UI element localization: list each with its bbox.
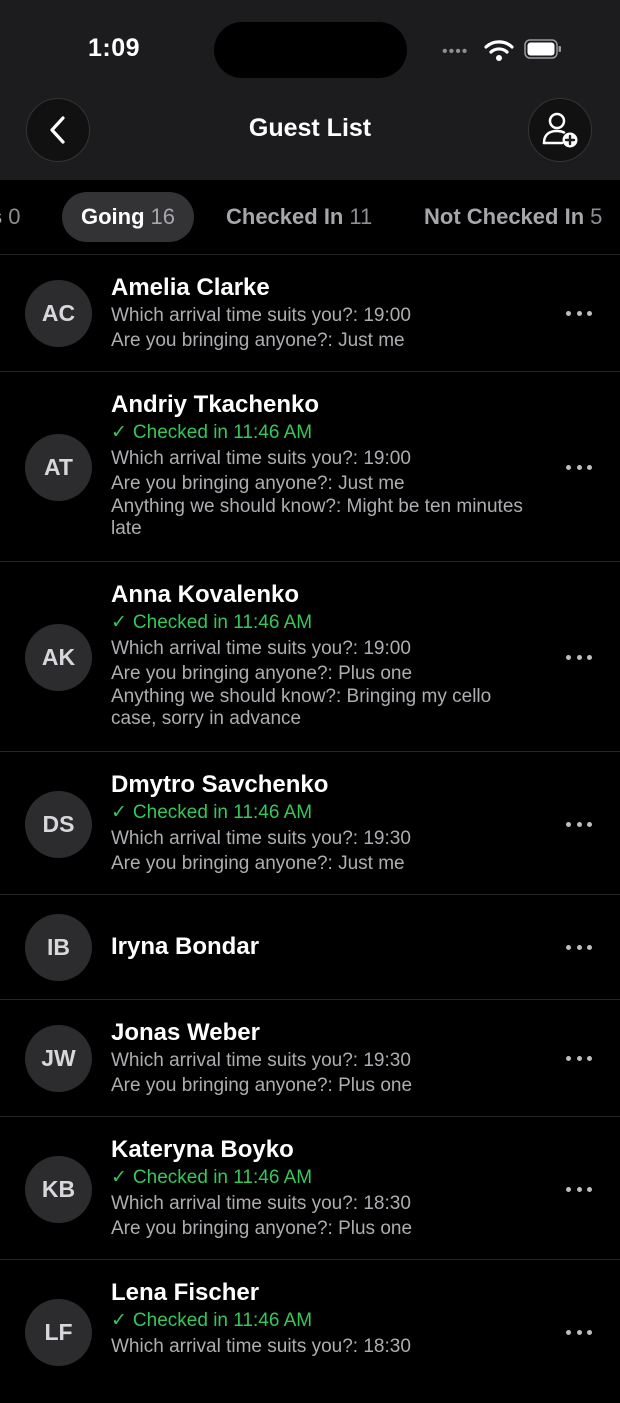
tab-checked-in[interactable]: Checked In 11 [226,192,372,242]
guest-details: Jonas Weber Which arrival time suits you… [111,1018,530,1098]
more-horizontal-icon [566,944,571,950]
guest-answer: Which arrival time suits you?: 18:30 [111,1336,411,1357]
status-time: 1:09 [88,34,141,62]
more-options-button[interactable] [566,308,592,318]
checked-in-status: ✓ Checked in 11:46 AM [111,1310,313,1331]
more-horizontal-icon [566,1055,571,1061]
guest-answer: Which arrival time suits you?: 18:30 [111,1193,411,1214]
avatar: LF [25,1299,92,1366]
avatar: AT [25,434,92,501]
guest-row[interactable]: IB Iryna Bondar [0,895,620,1000]
guest-row[interactable]: LF Lena Fischer ✓ Checked in 11:46 AM Whi… [0,1260,620,1403]
more-horizontal-icon [566,821,571,827]
tab-previous[interactable]: s0 [0,192,21,242]
wifi-icon [484,40,514,61]
guest-details: Anna Kovalenko ✓ Checked in 11:46 AM Whic… [111,580,530,730]
more-options-button[interactable] [566,942,592,952]
guest-details: Amelia Clarke Which arrival time suits y… [111,273,530,353]
guest-name: Jonas Weber [111,1019,260,1046]
guest-row[interactable]: JW Jonas Weber Which arrival time suits … [0,1000,620,1117]
add-person-icon [542,112,578,148]
guest-details: Dmytro Savchenko ✓ Checked in 11:46 AM Wh… [111,770,530,876]
checked-in-status: ✓ Checked in 11:46 AM [111,422,313,443]
checkmark-icon: ✓ [111,1167,127,1188]
avatar: AK [25,624,92,691]
guest-details: Lena Fischer ✓ Checked in 11:46 AM Which … [111,1278,530,1359]
more-horizontal-icon [566,310,571,316]
checkmark-icon: ✓ [111,612,127,633]
navigation-bar: 1:09 •••• Guest List [0,0,620,180]
checked-in-status: ✓ Checked in 11:46 AM [111,802,313,823]
avatar: JW [25,1025,92,1092]
avatar: IB [25,914,92,981]
guest-answer: Are you bringing anyone?: Plus one [111,1075,413,1096]
checkmark-icon: ✓ [111,1310,127,1331]
guest-name: Anna Kovalenko [111,581,300,608]
guest-answer: Are you bringing anyone?: Plus one [111,1218,413,1239]
more-horizontal-icon [566,1186,571,1192]
more-horizontal-icon [566,1329,571,1335]
guest-answer: Which arrival time suits you?: 19:30 [111,828,411,849]
guest-name: Iryna Bondar [111,933,260,960]
guest-details: Kateryna Boyko ✓ Checked in 11:46 AM Whic… [111,1135,530,1241]
guest-row[interactable]: AK Anna Kovalenko ✓ Checked in 11:46 AM W… [0,562,620,752]
dynamic-island [214,22,407,78]
avatar: KB [25,1156,92,1223]
guest-name: Lena Fischer [111,1279,260,1306]
more-options-button[interactable] [566,462,592,472]
tab-going[interactable]: Going 16 [62,192,195,242]
guest-row[interactable]: AT Andriy Tkachenko ✓ Checked in 11:46 AM… [0,372,620,562]
guest-answer: Anything we should know?: Bringing my ce… [111,686,492,729]
more-options-button[interactable] [566,652,592,662]
more-horizontal-icon [566,654,571,660]
more-options-button[interactable] [566,1053,592,1063]
battery-icon [524,39,561,59]
status-indicators: •••• [442,38,572,62]
guest-answer: Are you bringing anyone?: Just me [111,853,405,874]
guest-name: Dmytro Savchenko [111,771,329,798]
guest-answer: Are you bringing anyone?: Plus one [111,663,413,684]
avatar: DS [25,791,92,858]
guest-details: Iryna Bondar [111,932,530,962]
guest-details: Andriy Tkachenko ✓ Checked in 11:46 AM Wh… [111,390,530,540]
guest-name: Andriy Tkachenko [111,391,320,418]
add-guest-button[interactable] [528,98,592,162]
more-horizontal-icon [566,464,571,470]
guest-row[interactable]: AC Amelia Clarke Which arrival time suit… [0,255,620,372]
checkmark-icon: ✓ [111,802,127,823]
checked-in-status: ✓ Checked in 11:46 AM [111,612,313,633]
guest-name: Kateryna Boyko [111,1136,294,1163]
guest-answer: Anything we should know?: Might be ten m… [111,496,523,539]
checked-in-status: ✓ Checked in 11:46 AM [111,1167,313,1188]
guest-answer: Which arrival time suits you?: 19:30 [111,1050,411,1071]
avatar: AC [25,280,92,347]
guest-answer: Which arrival time suits you?: 19:00 [111,638,411,659]
guest-row[interactable]: KB Kateryna Boyko ✓ Checked in 11:46 AM W… [0,1117,620,1260]
guest-answer: Are you bringing anyone?: Just me [111,330,405,351]
guest-name: Amelia Clarke [111,274,270,301]
tab-not-checked-in[interactable]: Not Checked In 5 [424,192,602,242]
more-options-button[interactable] [566,819,592,829]
guest-list: AC Amelia Clarke Which arrival time suit… [0,255,620,1403]
checkmark-icon: ✓ [111,422,127,443]
more-options-button[interactable] [566,1184,592,1194]
guest-answer: Which arrival time suits you?: 19:00 [111,448,411,469]
more-options-button[interactable] [566,1327,592,1337]
filter-tabs: s0 Going16 Checked In11 Not Checked In5 [0,180,620,255]
signal-icon: •••• [442,43,469,60]
page-title: Guest List [248,114,372,142]
guest-answer: Which arrival time suits you?: 19:00 [111,305,411,326]
guest-answer: Are you bringing anyone?: Just me [111,473,405,494]
guest-row[interactable]: DS Dmytro Savchenko ✓ Checked in 11:46 AM… [0,752,620,895]
